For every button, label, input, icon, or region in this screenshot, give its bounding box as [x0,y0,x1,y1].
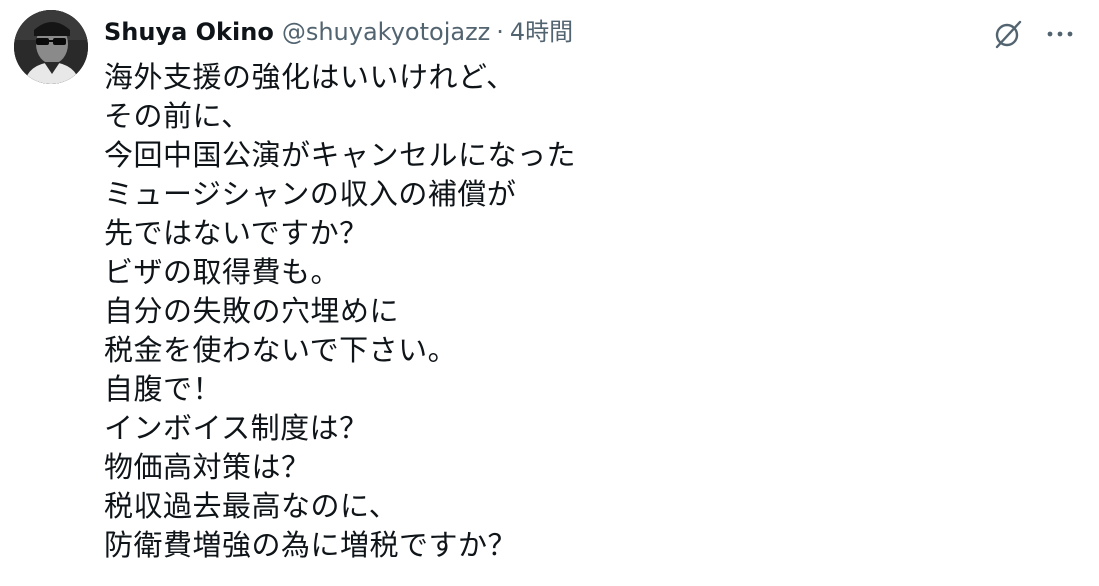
avatar[interactable] [14,10,88,84]
user-handle[interactable]: @shuyakyotojazz [282,14,490,50]
separator: · [496,18,504,46]
tweet-header: Shuya Okino @shuyakyotojazz · 4時間 [104,14,573,50]
tweet-line: 今回中国公演がキャンセルになった [104,138,577,172]
tweet-line: 防衛費増強の為に増税ですか？ [104,528,518,562]
tweet-line: ビザの取得費も。 [104,255,341,289]
tweet-line: 海外支援の強化はいいけれど、 [104,60,516,94]
tweet-line: 税収過去最高なのに、 [104,489,399,523]
tweet-line: 自腹で！ [104,372,223,406]
grok-icon[interactable] [990,16,1026,52]
tweet-line: 自分の失敗の穴埋めに [104,294,400,328]
display-name[interactable]: Shuya Okino [104,14,274,50]
tweet-line: 税金を使わないで下さい。 [104,333,458,367]
tweet-line: インボイス制度は？ [104,411,369,445]
tweet-line: 先ではないですか？ [104,216,369,250]
tweet-line: ミュージシャンの収入の補償が [104,177,517,211]
tweet[interactable]: Shuya Okino @shuyakyotojazz · 4時間 海外支援の強… [0,0,1099,586]
tweet-text: 海外支援の強化はいいけれど、 その前に、 今回中国公演がキャンセルになった ミュ… [104,58,576,565]
avatar-image [14,10,88,84]
timestamp[interactable]: 4時間 [510,14,573,50]
more-options-icon[interactable] [1042,16,1078,52]
tweet-line: 物価高対策は？ [104,450,311,484]
tweet-line: その前に、 [104,99,251,133]
